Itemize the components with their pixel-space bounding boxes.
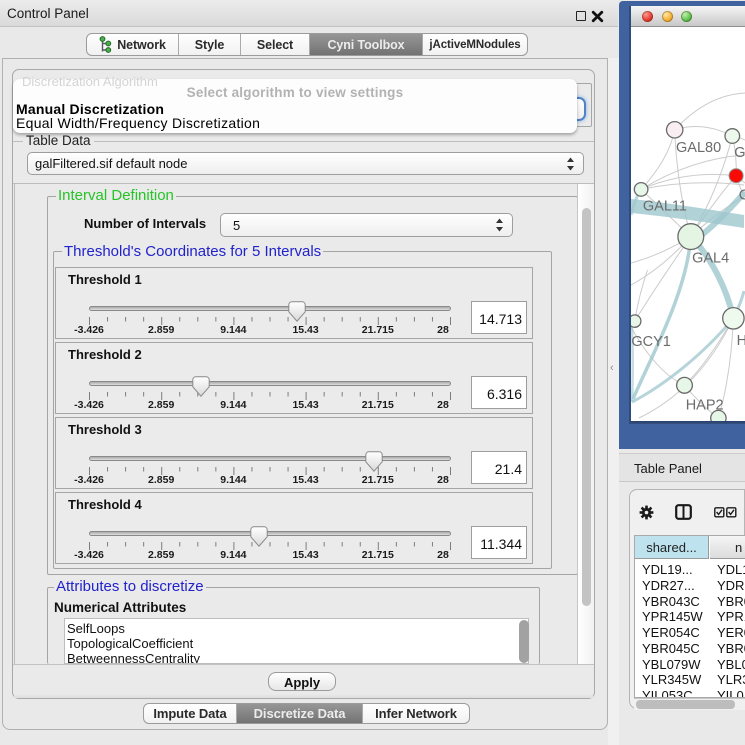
- svg-text:GAL80: GAL80: [676, 140, 721, 156]
- svg-text:GAL4: GAL4: [692, 251, 729, 267]
- svg-text:C: C: [739, 187, 745, 203]
- svg-text:GA: GA: [734, 145, 745, 161]
- svg-text:GCY1: GCY1: [631, 334, 671, 350]
- svg-text:H: H: [737, 333, 745, 349]
- svg-text:GAL11: GAL11: [643, 199, 687, 215]
- svg-text:HAP2: HAP2: [686, 398, 724, 414]
